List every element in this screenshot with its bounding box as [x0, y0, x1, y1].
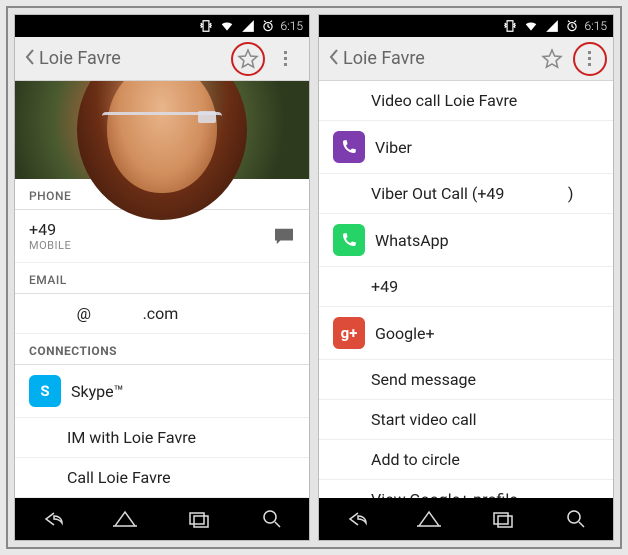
nav-search[interactable]: [250, 501, 294, 537]
star-icon: [540, 47, 564, 71]
skype-icon: S: [29, 375, 61, 407]
gplus-row[interactable]: g+ Google+: [319, 307, 613, 360]
status-bar: 6:15: [15, 15, 309, 37]
sms-button[interactable]: [263, 227, 295, 245]
page-title: Loie Favre: [343, 48, 533, 69]
wifi-icon: [219, 19, 235, 33]
section-email: EMAIL: [15, 263, 309, 294]
viber-row[interactable]: Viber: [319, 121, 613, 174]
whatsapp-icon: [333, 224, 365, 256]
more-vert-icon: [277, 47, 295, 71]
left-phone: 6:15 Loie Favre PHONE +: [14, 14, 310, 541]
vibrate-icon: [199, 19, 213, 33]
contact-photo: [15, 81, 309, 179]
section-connections: CONNECTIONS: [15, 334, 309, 365]
status-bar: 6:15: [319, 15, 613, 37]
overflow-button[interactable]: [267, 40, 305, 78]
status-time: 6:15: [281, 19, 304, 33]
gplus-send-row[interactable]: Send message: [319, 360, 613, 400]
connection-skype[interactable]: S Skype™: [15, 365, 309, 418]
back-button[interactable]: [21, 48, 39, 70]
whatsapp-number-row[interactable]: +49: [319, 267, 613, 307]
nav-recent[interactable]: [177, 501, 221, 537]
phone-type: MOBILE: [29, 239, 263, 252]
nav-back[interactable]: [334, 501, 378, 537]
signal-icon: [241, 19, 255, 33]
phone-number: +49: [29, 220, 263, 239]
nav-home[interactable]: [103, 501, 147, 537]
vibrate-icon: [503, 19, 517, 33]
nav-bar: [319, 498, 613, 540]
video-call-row[interactable]: Video call Loie Favre: [319, 81, 613, 121]
status-time: 6:15: [585, 19, 608, 33]
viber-out-row[interactable]: Viber Out Call (+49 ): [319, 174, 613, 214]
star-icon: [236, 47, 260, 71]
favorite-button[interactable]: [229, 40, 267, 78]
more-vert-icon: [581, 47, 599, 71]
action-bar: Loie Favre: [15, 37, 309, 81]
skype-im[interactable]: IM with Loie Favre: [15, 418, 309, 458]
overflow-button[interactable]: [571, 40, 609, 78]
gplus-circle-row[interactable]: Add to circle: [319, 440, 613, 480]
nav-search[interactable]: [554, 501, 598, 537]
gplus-icon: g+: [333, 317, 365, 349]
email-row[interactable]: @ .com: [15, 294, 309, 334]
whatsapp-row[interactable]: WhatsApp: [319, 214, 613, 267]
message-icon: [273, 227, 295, 245]
nav-recent[interactable]: [481, 501, 525, 537]
signal-icon: [545, 19, 559, 33]
skype-call[interactable]: Call Loie Favre: [15, 458, 309, 498]
viber-icon: [333, 131, 365, 163]
back-button[interactable]: [325, 48, 343, 70]
nav-back[interactable]: [30, 501, 74, 537]
nav-bar: [15, 498, 309, 540]
favorite-button[interactable]: [533, 40, 571, 78]
action-bar: Loie Favre: [319, 37, 613, 81]
wifi-icon: [523, 19, 539, 33]
alarm-icon: [565, 19, 579, 33]
right-phone: 6:15 Loie Favre Video call Loie Favre Vi…: [318, 14, 614, 541]
gplus-profile-row[interactable]: View Google+ profile: [319, 480, 613, 498]
page-title: Loie Favre: [39, 48, 229, 69]
nav-home[interactable]: [407, 501, 451, 537]
alarm-icon: [261, 19, 275, 33]
gplus-video-row[interactable]: Start video call: [319, 400, 613, 440]
email-value: @ .com: [29, 304, 178, 323]
